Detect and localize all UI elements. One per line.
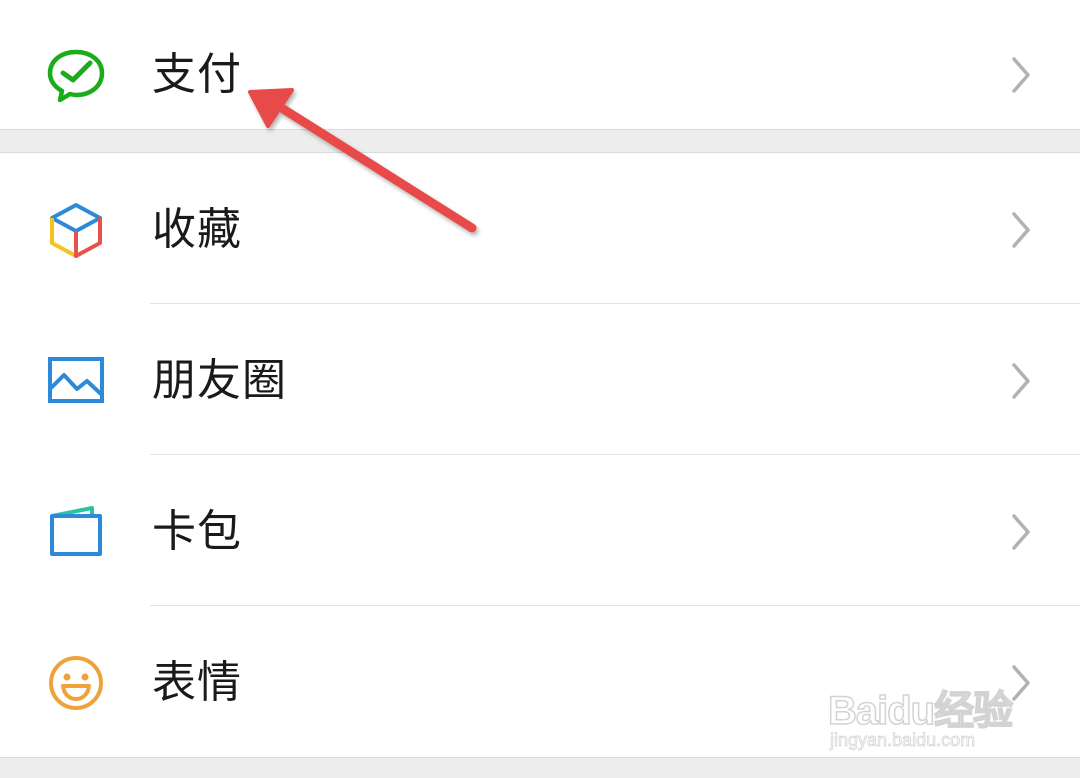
wechat-pay-icon <box>46 45 106 105</box>
menu-item-label: 表情 <box>152 657 242 708</box>
card-wallet-icon <box>46 502 106 562</box>
baidu-watermark: Baidu经验 jingyan.baidu.com <box>827 660 1028 760</box>
menu-item-label: 朋友圈 <box>152 355 287 406</box>
menu-item-pay[interactable]: 支付 <box>0 0 1080 140</box>
watermark-brand: Baidu经验 <box>827 688 1014 734</box>
menu-item-label: 卡包 <box>152 506 242 557</box>
menu-item-moments[interactable]: 朋友圈 <box>0 304 1080 455</box>
chevron-right-icon <box>1006 55 1036 95</box>
menu-item-favorites[interactable]: 收藏 <box>0 153 1080 304</box>
chevron-right-icon <box>1006 210 1036 250</box>
favorites-cube-icon <box>46 200 106 260</box>
chevron-right-icon <box>1006 512 1036 552</box>
moments-image-icon <box>46 351 106 411</box>
menu-item-label: 收藏 <box>152 204 242 255</box>
pay-section: 支付 <box>0 0 1080 130</box>
menu-item-label: 支付 <box>152 49 242 100</box>
chevron-right-icon <box>1006 361 1036 401</box>
watermark-url: jingyan.baidu.com <box>830 730 976 751</box>
smiley-face-icon <box>46 653 106 713</box>
menu-item-card-wallet[interactable]: 卡包 <box>0 455 1080 606</box>
